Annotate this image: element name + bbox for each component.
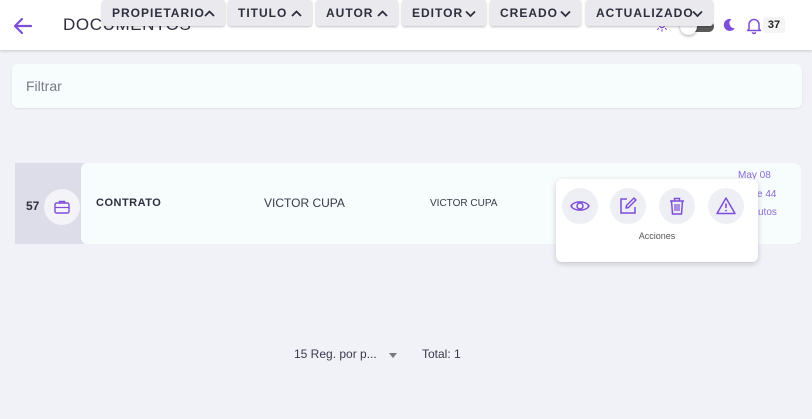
sort-button-label: AUTOR bbox=[326, 6, 374, 20]
actions-popup: Acciones bbox=[556, 179, 758, 262]
rows-per-page-select[interactable]: 15 Reg. por p... bbox=[294, 347, 377, 361]
document-type-avatar bbox=[44, 189, 80, 225]
dropdown-arrow-icon[interactable] bbox=[389, 353, 397, 358]
notification-count-badge: 37 bbox=[763, 17, 785, 33]
view-button[interactable] bbox=[562, 188, 598, 224]
total-count: Total: 1 bbox=[422, 347, 461, 361]
chevron-up-icon bbox=[204, 10, 215, 17]
chevron-down-icon bbox=[692, 10, 703, 18]
edit-icon bbox=[620, 197, 637, 214]
document-title: CONTRATO bbox=[96, 197, 162, 209]
document-author: VICTOR CUPA bbox=[430, 198, 498, 209]
sort-button-creado[interactable]: CREADO bbox=[490, 0, 581, 26]
actions-label: Acciones bbox=[638, 231, 676, 241]
sort-button-titulo[interactable]: TITULO bbox=[228, 0, 312, 26]
report-button[interactable] bbox=[708, 188, 744, 224]
edit-button[interactable] bbox=[610, 188, 646, 224]
moon-icon bbox=[723, 18, 735, 31]
warning-icon bbox=[716, 197, 736, 215]
chevron-down-icon bbox=[465, 10, 476, 18]
sort-button-label: PROPIETARIO bbox=[112, 6, 205, 20]
back-arrow-icon[interactable] bbox=[10, 13, 36, 39]
sort-button-actualizado[interactable]: ACTUALIZADO bbox=[586, 0, 713, 26]
briefcase-icon bbox=[54, 200, 70, 214]
sort-button-label: CREADO bbox=[500, 6, 559, 20]
trash-icon bbox=[670, 197, 684, 215]
bell-icon[interactable] bbox=[745, 16, 763, 35]
chevron-up-icon bbox=[377, 10, 388, 17]
sort-button-label: ACTUALIZADO bbox=[596, 6, 694, 20]
updated-date-text: utos bbox=[758, 207, 777, 218]
filter-input[interactable] bbox=[12, 64, 802, 108]
sort-button-autor[interactable]: AUTOR bbox=[316, 0, 398, 26]
sort-button-label: TITULO bbox=[238, 6, 288, 20]
sort-button-label: EDITOR bbox=[412, 6, 464, 20]
delete-button[interactable] bbox=[659, 188, 695, 224]
eye-icon bbox=[570, 201, 590, 211]
sort-button-editor[interactable]: EDITOR bbox=[402, 0, 486, 26]
document-owner: VICTOR CUPA bbox=[264, 196, 345, 210]
chevron-down-icon bbox=[560, 10, 571, 18]
chevron-up-icon bbox=[291, 10, 302, 17]
updated-date-text: e 44 bbox=[757, 189, 777, 200]
sort-button-propietario[interactable]: PROPIETARIO bbox=[102, 0, 225, 26]
row-number: 57 bbox=[26, 199, 40, 213]
